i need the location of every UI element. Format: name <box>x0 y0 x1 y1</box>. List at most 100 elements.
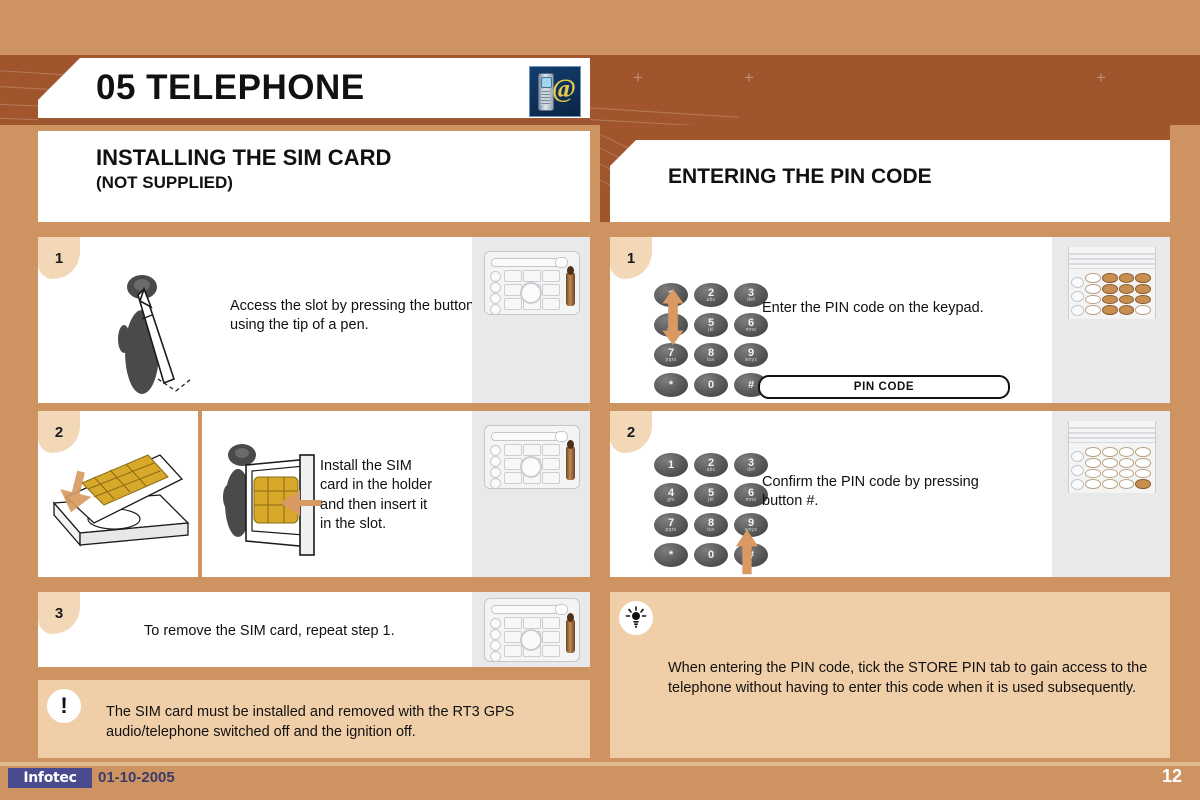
keypad-key-2[interactable]: 2 abc <box>694 283 728 307</box>
left-step-3-text: To remove the SIM card, repeat step 1. <box>144 623 395 639</box>
left-step-3-panel: 3 To remove the SIM card, repeat step 1. <box>38 592 590 667</box>
infotec-logo: Infotec <box>8 768 92 788</box>
keypad-key-letters: def <box>747 466 755 473</box>
keypad-key-digit: 3 <box>747 286 755 299</box>
keypad-key-star[interactable]: * <box>654 373 688 397</box>
sim-card-in-tray-illustration <box>52 454 190 547</box>
right-step-2-text: Confirm the PIN code by pressing button … <box>762 474 979 510</box>
left-step-2-text: Install the SIM card in the holder and t… <box>320 458 433 532</box>
keypad-key-digit: * <box>668 379 674 391</box>
right-step-2-thumbnail <box>1052 411 1170 577</box>
keypad-key-digit: 2 <box>707 286 715 299</box>
keypad-key-letters: jkl <box>708 496 714 503</box>
keypad-key-digit: 2 <box>707 456 715 469</box>
left-step-1-text: Access the slot by pressing the button u… <box>230 298 475 334</box>
keypad-key-letters: jkl <box>708 326 714 333</box>
left-step-3-thumbnail <box>472 592 590 667</box>
keypad-key-2[interactable]: 2 abc <box>694 453 728 477</box>
page-title: 05 TELEPHONE <box>96 68 365 107</box>
keypad-key-digit: 6 <box>747 316 755 329</box>
left-step-2-panel-b: Install the SIM card in the holder and t… <box>202 411 590 577</box>
keypad-key-5[interactable]: 5 jkl <box>694 483 728 507</box>
keypad-key-0[interactable]: 0 <box>694 543 728 567</box>
keypad-key-digit: 0 <box>707 549 715 561</box>
keypad-key-digit: 4 <box>667 486 675 499</box>
left-step-1-panel: 1 Access the slot by pressing the button… <box>38 237 590 403</box>
keypad-key-digit: 9 <box>747 346 755 359</box>
infotec-logo-text: Infotec <box>23 770 77 786</box>
right-step-1-text: Enter the PIN code on the keypad. <box>762 300 984 316</box>
keypad-key-0[interactable]: 0 <box>694 373 728 397</box>
keypad-key-5[interactable]: 5 jkl <box>694 313 728 337</box>
step-badge: 1 <box>610 237 652 279</box>
keypad-key-digit: 8 <box>707 516 715 529</box>
exclamation-icon: ! <box>47 689 81 723</box>
keypad-key-8[interactable]: 8 tuv <box>694 343 728 367</box>
radio-head-unit-icon <box>484 598 580 662</box>
keypad-key-7[interactable]: 7 pqrs <box>654 343 688 367</box>
pen-pressing-button-illustration <box>118 275 192 394</box>
handset-keypad <box>541 89 550 105</box>
keypad-key-digit: 0 <box>707 379 715 391</box>
handset-screen <box>541 77 552 88</box>
right-step-1-panel: 1 12abc3def4ghi5jkl6mno7pqrs8tuv9wxyz*0#… <box>610 237 1170 403</box>
sim-slot-highlight <box>566 440 575 480</box>
step-badge: 3 <box>38 592 80 634</box>
store-pin-tip-box: When entering the PIN code, tick the STO… <box>610 592 1170 758</box>
store-pin-tip-text: When entering the PIN code, tick the STO… <box>668 660 1148 696</box>
keypad-key-letters: def <box>747 296 755 303</box>
keypad-key-digit: 7 <box>667 516 675 529</box>
chapter-title-panel: 05 TELEPHONE <box>38 58 590 118</box>
keypad-key-letters: ghi <box>667 496 675 503</box>
keypad-key-letters: abc <box>706 466 716 473</box>
title-underline <box>38 118 590 125</box>
footer-date: 01-10-2005 <box>98 769 175 786</box>
left-step-1-thumbnail <box>472 237 590 403</box>
keypad-key-letters: abc <box>706 296 716 303</box>
keypad-key-letters: mno <box>745 496 757 503</box>
keypad-key-8[interactable]: 8 tuv <box>694 513 728 537</box>
up-down-arrow-icon <box>662 289 684 345</box>
light-bulb-rays-icon <box>625 606 647 628</box>
left-section-heading: INSTALLING THE SIM CARD <box>96 145 392 170</box>
sim-slot-highlight <box>566 266 575 306</box>
keypad-key-digit: # <box>747 379 755 391</box>
step-badge: 2 <box>610 411 652 453</box>
keypad-key-letters: tuv <box>707 356 715 363</box>
keypad-key-7[interactable]: 7 pqrs <box>654 513 688 537</box>
step-badge: 1 <box>38 237 80 279</box>
keypad-key-letters: pqrs <box>665 356 677 363</box>
keypad-key-digit: 8 <box>707 346 715 359</box>
tip-light-icon <box>619 601 653 635</box>
left-section-subheading: (NOT SUPPLIED) <box>96 173 233 192</box>
keypad-key-9[interactable]: 9 wxyz <box>734 343 768 367</box>
keypad-key-digit: 5 <box>707 486 715 499</box>
at-symbol-icon: @ <box>551 74 576 103</box>
left-step-2-thumbnail <box>472 411 590 577</box>
footer-divider <box>0 762 1200 766</box>
pin-code-button[interactable]: PIN CODE <box>758 375 1010 399</box>
keypad-key-4[interactable]: 4ghi <box>654 483 688 507</box>
radio-head-unit-icon <box>484 251 580 315</box>
left-step-2-panel-a: 2 <box>38 411 198 577</box>
exclamation-symbol: ! <box>60 693 68 718</box>
telephone-at-icon: @ <box>529 66 581 117</box>
phone-keypad-icon <box>1068 247 1156 319</box>
right-section-heading: ENTERING THE PIN CODE <box>668 165 932 188</box>
sim-warning-text: The SIM card must be installed and remov… <box>106 704 515 740</box>
keypad-key-digit: 9 <box>747 516 755 529</box>
keypad-key-letters: tuv <box>707 526 715 533</box>
keypad-key-1[interactable]: 1 <box>654 453 688 477</box>
sim-slot-highlight <box>566 613 575 653</box>
keypad-key-star[interactable]: * <box>654 543 688 567</box>
left-section-header: INSTALLING THE SIM CARD (NOT SUPPLIED) <box>38 131 590 222</box>
sim-card-holder-illustration <box>223 444 322 556</box>
keypad-key-letters: mno <box>745 326 757 333</box>
keypad-key-digit: 1 <box>667 459 675 471</box>
sim-warning-box: ! The SIM card must be installed and rem… <box>38 680 590 758</box>
right-step-2-panel: 2 12abc3def4ghi5jkl6mno7pqrs8tuv9wxyz*0#… <box>610 411 1170 577</box>
manual-page: + + + 05 TELEPHONE @ INSTALLING THE SIM … <box>0 0 1200 800</box>
keypad-key-digit: 3 <box>747 456 755 469</box>
keypad-key-letters: pqrs <box>665 526 677 533</box>
phone-keypad-icon <box>1068 421 1156 493</box>
